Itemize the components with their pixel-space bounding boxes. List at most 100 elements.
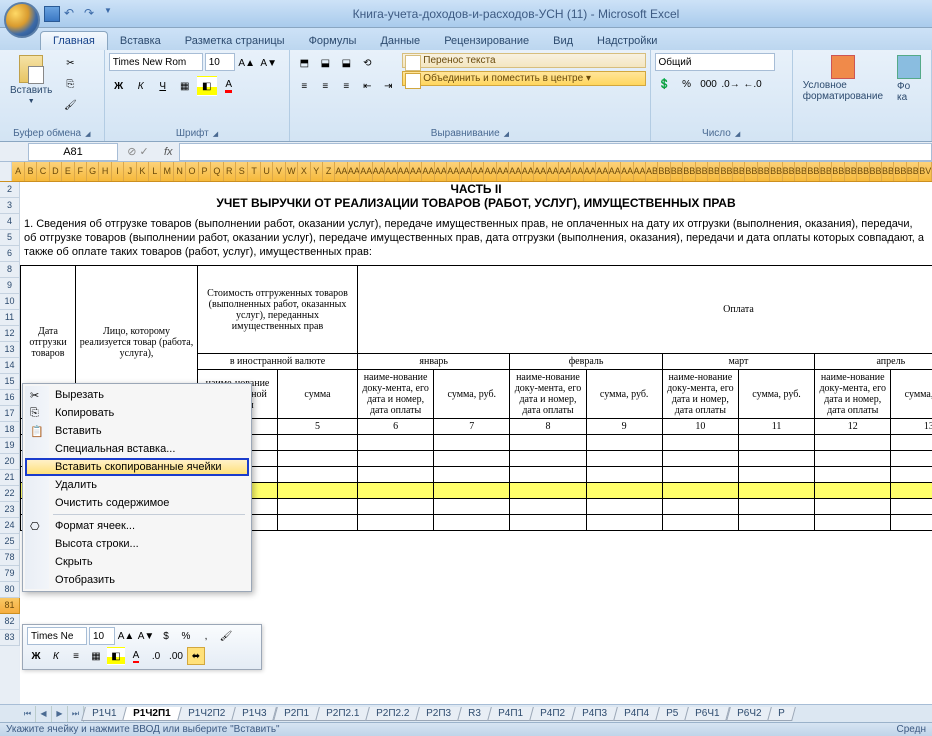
mini-font-size[interactable] xyxy=(89,627,115,645)
sheet-tab[interactable]: Р6Ч1 xyxy=(684,707,730,721)
sheet-tab[interactable]: Р2П2.1 xyxy=(315,707,370,721)
sheet-tab[interactable]: Р4П2 xyxy=(529,707,576,721)
align-top-icon[interactable]: ⬒ xyxy=(294,53,314,73)
ctx-row-height[interactable]: Высота строки... xyxy=(25,535,249,553)
format-table-button[interactable]: Фо ка xyxy=(891,53,927,105)
mini-fill-icon[interactable]: ◧ xyxy=(107,647,125,665)
decrease-decimal-icon[interactable]: ←.0 xyxy=(743,74,763,94)
sheet-tab[interactable]: Р1Ч3 xyxy=(231,707,277,721)
mini-shrink-font-icon[interactable]: A▼ xyxy=(137,627,155,645)
underline-button[interactable]: Ч xyxy=(153,76,173,96)
mini-merge-icon[interactable]: ⬌ xyxy=(187,647,205,665)
tab-data[interactable]: Данные xyxy=(368,32,432,50)
ctx-paste-copied-cells[interactable]: Вставить скопированные ячейки xyxy=(25,458,249,476)
align-center-icon[interactable]: ≡ xyxy=(315,76,335,96)
tab-addins[interactable]: Надстройки xyxy=(585,32,669,50)
percent-icon[interactable]: % xyxy=(677,74,697,94)
tab-review[interactable]: Рецензирование xyxy=(432,32,541,50)
mini-inc-decimal-icon[interactable]: .00 xyxy=(167,647,185,665)
mini-italic-icon[interactable]: К xyxy=(47,647,65,665)
wrap-text-button[interactable]: Перенос текста xyxy=(402,53,645,68)
ctx-delete[interactable]: Удалить xyxy=(25,476,249,494)
sheet-tab[interactable]: Р6Ч2 xyxy=(726,707,772,721)
align-bottom-icon[interactable]: ⬓ xyxy=(336,53,356,73)
sheet-tab[interactable]: Р2П3 xyxy=(415,707,462,721)
mini-align-center-icon[interactable]: ≡ xyxy=(67,647,85,665)
format-painter-icon[interactable]: 🖌 xyxy=(60,95,80,115)
status-message: Укажите ячейку и нажмите ВВОД или выбери… xyxy=(6,724,280,735)
undo-icon[interactable]: ↶ xyxy=(64,6,80,22)
orientation-icon[interactable]: ⟲ xyxy=(357,53,377,73)
tab-insert[interactable]: Вставка xyxy=(108,32,173,50)
mini-font-family[interactable] xyxy=(27,627,87,645)
copy-icon[interactable]: ⎘ xyxy=(60,74,80,94)
tab-nav-first[interactable]: ⏮ xyxy=(20,706,36,722)
font-family-select[interactable] xyxy=(109,53,203,71)
tab-nav-next[interactable]: ▶ xyxy=(52,706,68,722)
sheet-tab[interactable]: Р4П4 xyxy=(613,707,660,721)
paste-button[interactable]: Вставить ▼ xyxy=(4,53,58,107)
tab-nav-prev[interactable]: ◀ xyxy=(36,706,52,722)
mini-grow-font-icon[interactable]: A▲ xyxy=(117,627,135,645)
ctx-cut[interactable]: ✂Вырезать xyxy=(25,386,249,404)
increase-indent-icon[interactable]: ⇥ xyxy=(378,76,398,96)
font-color-button[interactable]: A xyxy=(219,76,239,96)
mini-currency-icon[interactable]: $ xyxy=(157,627,175,645)
redo-icon[interactable]: ↷ xyxy=(84,6,100,22)
ctx-unhide[interactable]: Отобразить xyxy=(25,571,249,589)
fx-icon[interactable]: fx xyxy=(164,146,173,158)
tab-formulas[interactable]: Формулы xyxy=(297,32,369,50)
align-right-icon[interactable]: ≡ xyxy=(336,76,356,96)
decrease-indent-icon[interactable]: ⇤ xyxy=(357,76,377,96)
sheet-tab[interactable]: Р4П3 xyxy=(571,707,618,721)
formula-input[interactable] xyxy=(179,143,932,161)
ctx-copy[interactable]: ⎘Копировать xyxy=(25,404,249,422)
column-headers[interactable]: ABCDEFGHIJKLMNOPQRSTUVWXYZAAAAAAAAAAAAAA… xyxy=(0,162,932,182)
sheet-tab[interactable]: Р4П1 xyxy=(487,707,534,721)
ctx-clear[interactable]: Очистить содержимое xyxy=(25,494,249,512)
ctx-format-cells[interactable]: ⎔Формат ячеек... xyxy=(25,517,249,535)
sheet-tab[interactable]: Р1Ч1 xyxy=(81,707,127,721)
group-clipboard-label: Буфер обмена xyxy=(4,127,100,140)
align-middle-icon[interactable]: ⬓ xyxy=(315,53,335,73)
bold-button[interactable]: Ж xyxy=(109,76,129,96)
currency-icon[interactable]: 💲 xyxy=(655,74,675,94)
grow-font-icon[interactable]: A▲ xyxy=(237,53,257,73)
border-button[interactable]: ▦ xyxy=(175,76,195,96)
save-icon[interactable] xyxy=(44,6,60,22)
tab-layout[interactable]: Разметка страницы xyxy=(173,32,297,50)
mini-comma-icon[interactable]: , xyxy=(197,627,215,645)
comma-icon[interactable]: 000 xyxy=(699,74,719,94)
office-button[interactable] xyxy=(4,2,40,38)
conditional-formatting-button[interactable]: Условное форматирование xyxy=(797,53,889,104)
tab-home[interactable]: Главная xyxy=(40,31,108,50)
sheet-tab[interactable]: Р2П2.2 xyxy=(365,707,420,721)
sheet-tab[interactable]: Р1Ч2П2 xyxy=(177,707,236,721)
mini-bold-icon[interactable]: Ж xyxy=(27,647,45,665)
sheet-tab[interactable]: P xyxy=(767,707,795,721)
mini-percent-icon[interactable]: % xyxy=(177,627,195,645)
ctx-paste[interactable]: 📋Вставить xyxy=(25,422,249,440)
fill-color-button[interactable]: ◧ xyxy=(197,76,217,96)
conditional-formatting-icon xyxy=(831,55,855,79)
cut-icon[interactable]: ✂ xyxy=(60,53,80,73)
ctx-paste-special[interactable]: Специальная вставка... xyxy=(25,440,249,458)
sheet-tab[interactable]: Р1Ч2П1 xyxy=(123,707,182,721)
merge-center-button[interactable]: Объединить и поместить в центре ▾ xyxy=(402,71,645,86)
mini-border-icon[interactable]: ▦ xyxy=(87,647,105,665)
tab-view[interactable]: Вид xyxy=(541,32,585,50)
align-left-icon[interactable]: ≡ xyxy=(294,76,314,96)
mini-format-painter-icon[interactable]: 🖌 xyxy=(217,627,235,645)
row-headers[interactable]: 2345689101112131415161718192021222324257… xyxy=(0,182,20,708)
ctx-hide[interactable]: Скрыть xyxy=(25,553,249,571)
qat-dropdown-icon[interactable]: ▼ xyxy=(104,6,120,22)
increase-decimal-icon[interactable]: .0→ xyxy=(721,74,741,94)
font-size-select[interactable] xyxy=(205,53,235,71)
shrink-font-icon[interactable]: A▼ xyxy=(259,53,279,73)
mini-font-color-icon[interactable]: A xyxy=(127,647,145,665)
name-box[interactable] xyxy=(28,143,118,161)
mini-dec-decimal-icon[interactable]: .0 xyxy=(147,647,165,665)
number-format-select[interactable] xyxy=(655,53,775,71)
sheet-tab[interactable]: Р2П1 xyxy=(273,707,320,721)
italic-button[interactable]: К xyxy=(131,76,151,96)
